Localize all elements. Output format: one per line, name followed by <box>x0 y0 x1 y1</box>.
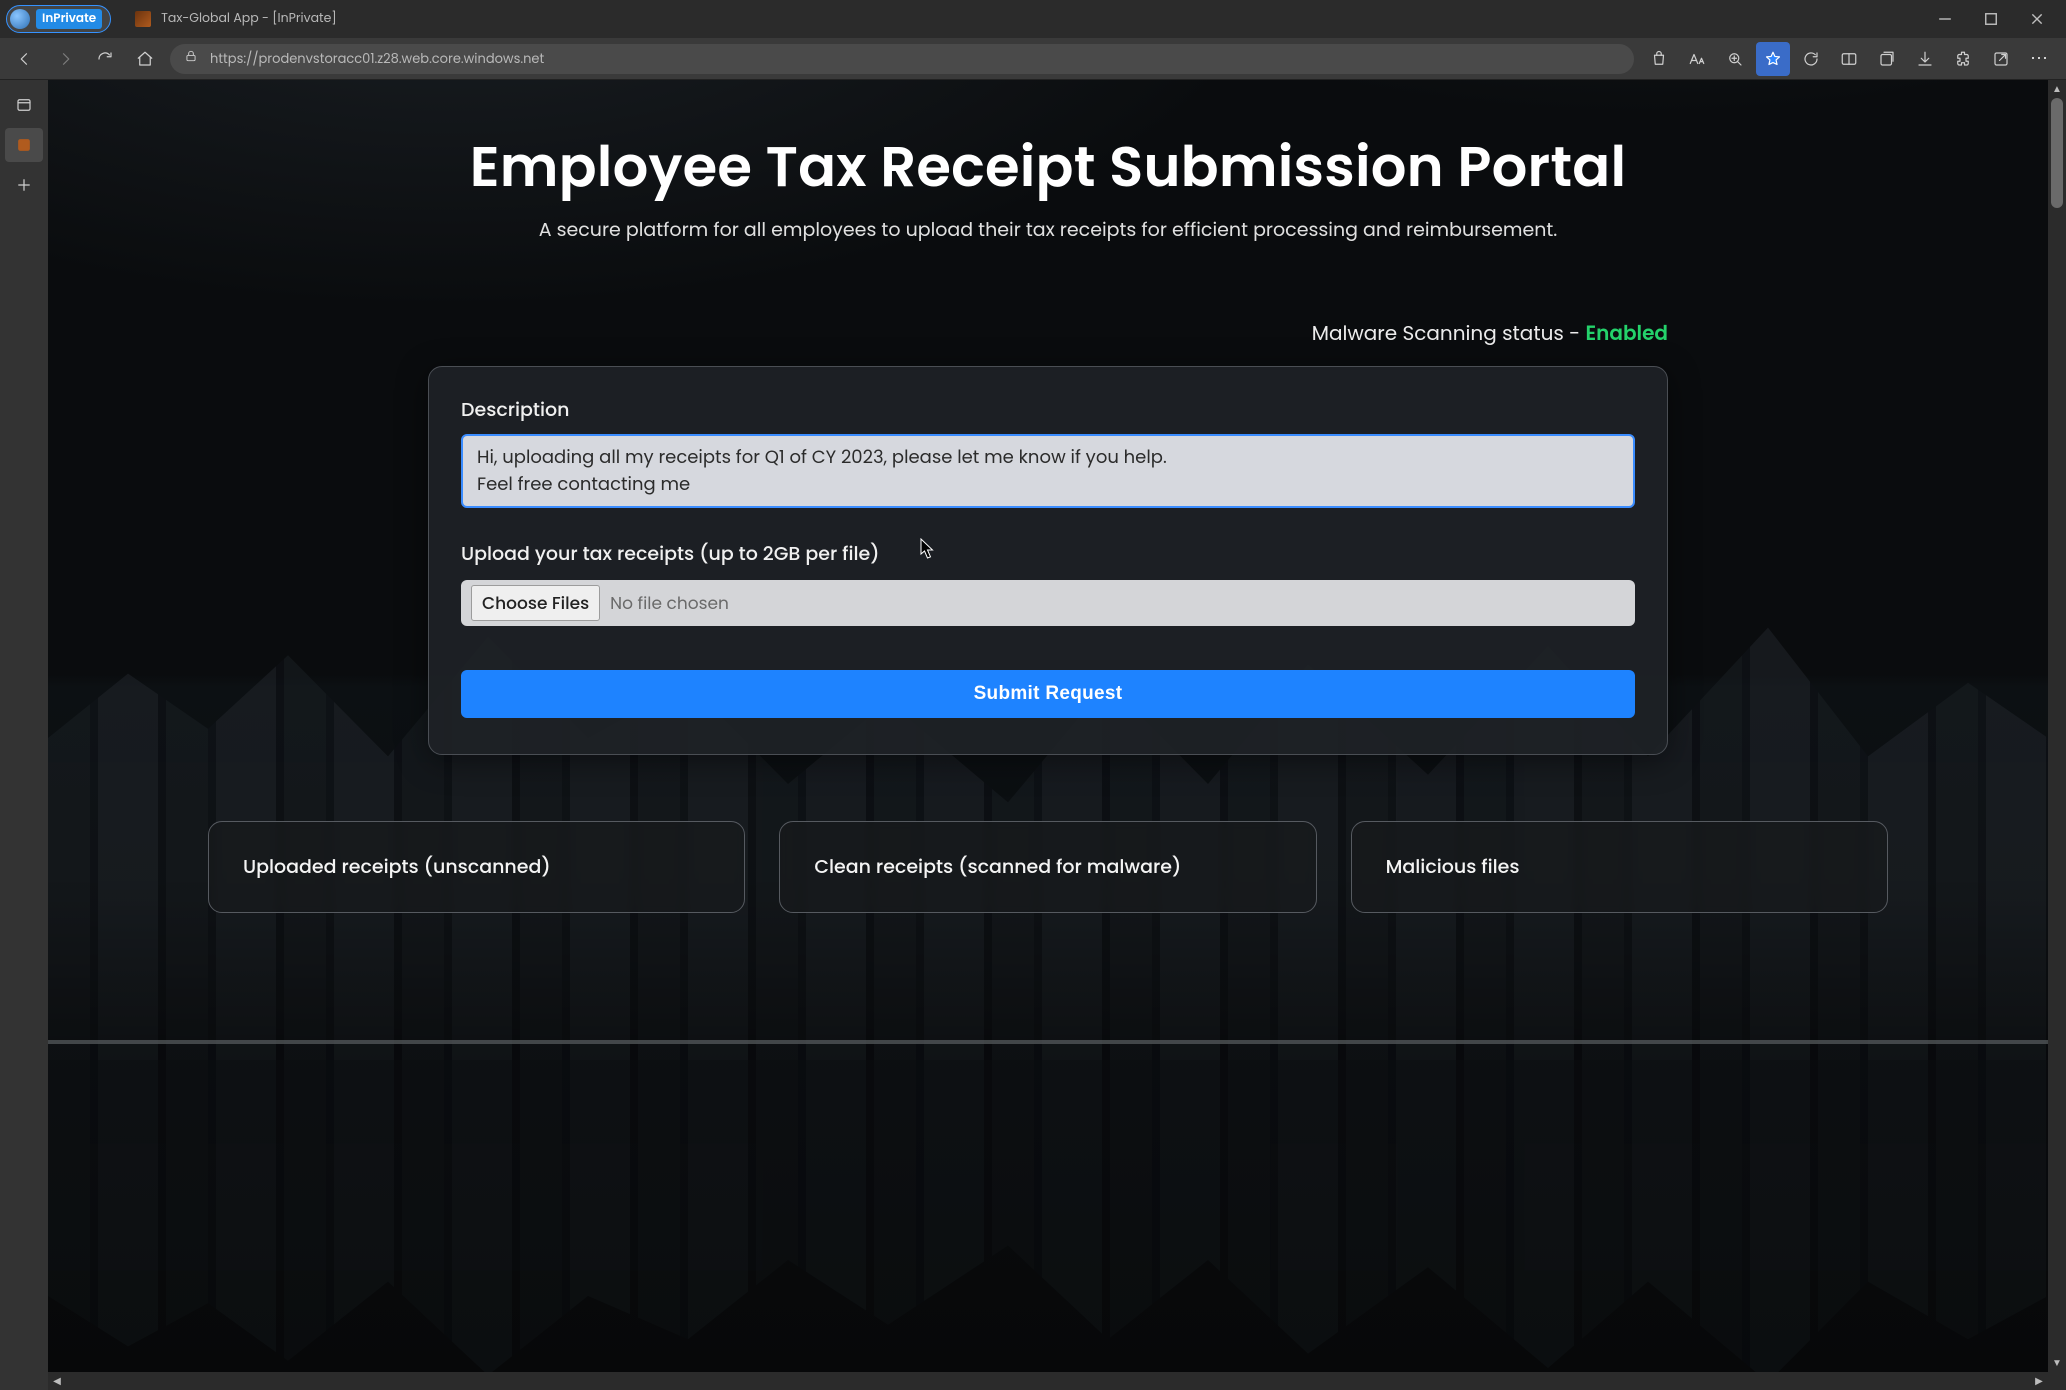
export-icon[interactable] <box>1984 42 2018 76</box>
window-buttons <box>1922 0 2060 38</box>
url-text: https://prodenvstoracc01.z28.web.core.wi… <box>210 49 544 69</box>
vertical-tab-current[interactable] <box>5 128 43 162</box>
scrollbar-corner <box>2048 1372 2066 1390</box>
toolbar-right-icons: ⋯ <box>1642 42 2058 76</box>
scroll-up-icon[interactable]: ▲ <box>2050 82 2064 96</box>
browser-toolbar: https://prodenvstoracc01.z28.web.core.wi… <box>0 38 2066 80</box>
favorite-star-icon[interactable] <box>1756 42 1790 76</box>
more-menu-button[interactable]: ⋯ <box>2022 45 2058 72</box>
address-bar[interactable]: https://prodenvstoracc01.z28.web.core.wi… <box>170 44 1634 74</box>
close-button[interactable] <box>2014 0 2060 38</box>
forward-button[interactable] <box>48 42 82 76</box>
shopping-icon[interactable] <box>1642 42 1676 76</box>
lock-icon <box>184 49 198 69</box>
panel-malicious-files: Malicious files <box>1351 821 1888 913</box>
no-file-chosen-text: No file chosen <box>610 590 729 616</box>
choose-files-button[interactable]: Choose Files <box>471 585 600 621</box>
inprivate-badge: InPrivate <box>36 9 102 29</box>
page-viewport: Employee Tax Receipt Submission Portal A… <box>48 80 2048 1372</box>
maximize-button[interactable] <box>1968 0 2014 38</box>
extensions-icon[interactable] <box>1946 42 1980 76</box>
panel-malicious-title: Malicious files <box>1386 852 1853 881</box>
scroll-left-icon[interactable]: ◀ <box>50 1374 64 1388</box>
submission-form-card: Description Upload your tax receipts (up… <box>428 366 1668 755</box>
description-input[interactable] <box>461 434 1635 508</box>
vertical-tabs-sidebar <box>0 80 48 1390</box>
window-titlebar: InPrivate Tax-Global App - [InPrivate] <box>0 0 2066 38</box>
favicon-icon <box>135 11 151 27</box>
home-button[interactable] <box>128 42 162 76</box>
tab-strip: InPrivate Tax-Global App - [InPrivate] <box>6 4 349 34</box>
panel-uploaded-title: Uploaded receipts (unscanned) <box>243 852 710 881</box>
profile-chip[interactable]: InPrivate <box>6 5 111 33</box>
upload-label: Upload your tax receipts (up to 2GB per … <box>461 539 1635 568</box>
browser-tab[interactable]: Tax-Global App - [InPrivate] <box>123 4 348 34</box>
split-screen-icon[interactable] <box>1832 42 1866 76</box>
results-panels: Uploaded receipts (unscanned) Clean rece… <box>208 821 1888 913</box>
malware-scan-status: Malware Scanning status - Enabled <box>1312 318 1668 348</box>
avatar <box>10 9 30 29</box>
panel-clean-receipts: Clean receipts (scanned for malware) <box>779 821 1316 913</box>
scroll-down-icon[interactable]: ▼ <box>2050 1356 2064 1370</box>
status-value: Enabled <box>1586 319 1668 347</box>
scroll-right-icon[interactable]: ▶ <box>2032 1374 2046 1388</box>
zoom-icon[interactable] <box>1718 42 1752 76</box>
scroll-thumb[interactable] <box>2051 98 2063 208</box>
tab-title: Tax-Global App - [InPrivate] <box>161 10 336 28</box>
new-tab-button[interactable] <box>5 168 43 202</box>
panel-clean-title: Clean receipts (scanned for malware) <box>814 852 1281 881</box>
vertical-scrollbar[interactable]: ▲ ▼ <box>2048 80 2066 1372</box>
description-label: Description <box>461 395 1635 424</box>
refresh-button[interactable] <box>88 42 122 76</box>
submit-request-button[interactable]: Submit Request <box>461 670 1635 718</box>
text-size-icon[interactable] <box>1680 42 1714 76</box>
page-title: Employee Tax Receipt Submission Portal <box>470 124 1627 209</box>
page-subtitle: A secure platform for all employees to u… <box>470 215 1627 244</box>
panel-uploaded-receipts: Uploaded receipts (unscanned) <box>208 821 745 913</box>
minimize-button[interactable] <box>1922 0 1968 38</box>
downloads-icon[interactable] <box>1908 42 1942 76</box>
status-label: Malware Scanning status - <box>1312 319 1586 347</box>
page-header: Employee Tax Receipt Submission Portal A… <box>470 124 1627 244</box>
tab-actions-icon[interactable] <box>5 88 43 122</box>
sync-icon[interactable] <box>1794 42 1828 76</box>
status-row: Malware Scanning status - Enabled <box>428 318 1668 348</box>
back-button[interactable] <box>8 42 42 76</box>
file-input[interactable]: Choose Files No file chosen <box>461 580 1635 626</box>
collections-icon[interactable] <box>1870 42 1904 76</box>
horizontal-scrollbar[interactable]: ◀ ▶ <box>48 1372 2048 1390</box>
